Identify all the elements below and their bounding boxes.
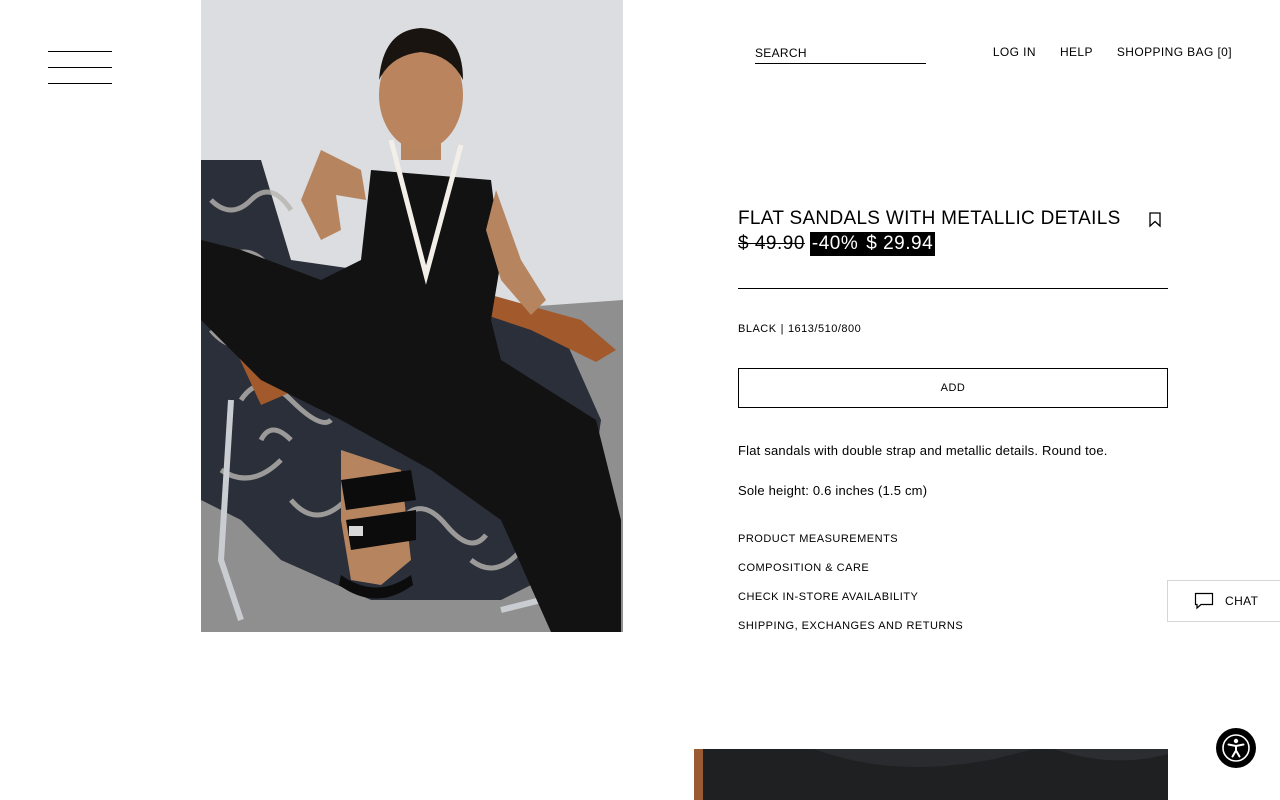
color-name: BLACK (738, 323, 777, 335)
product-links: PRODUCT MEASUREMENTS COMPOSITION & CARE … (738, 532, 1168, 634)
store-availability-link[interactable]: CHECK IN-STORE AVAILABILITY (738, 590, 1168, 605)
bookmark-icon[interactable] (1148, 212, 1162, 228)
discount-percent: -40% (811, 233, 859, 254)
menu-line (48, 51, 112, 52)
shopping-bag-link[interactable]: SHOPPING BAG [0] (1117, 45, 1232, 59)
title-row: FLAT SANDALS WITH METALLIC DETAILS (738, 207, 1168, 231)
shipping-returns-link[interactable]: SHIPPING, EXCHANGES AND RETURNS (738, 619, 1168, 634)
reference-number: 1613/510/800 (787, 323, 862, 335)
search-box[interactable] (755, 44, 926, 64)
add-to-bag-button[interactable]: ADD (738, 368, 1168, 408)
product-description: Flat sandals with double strap and metal… (738, 443, 1108, 458)
original-price: $ 49.90 (738, 233, 805, 254)
chat-label: CHAT (1225, 594, 1259, 608)
color-reference: BLACK | 1613/510/800 (738, 323, 1168, 335)
search-input[interactable] (755, 45, 926, 61)
top-nav: LOG IN HELP SHOPPING BAG [0] (993, 45, 1232, 59)
accessibility-icon (1222, 734, 1250, 762)
sale-price: $ 29.94 (866, 233, 934, 254)
chat-bubble-icon (1194, 592, 1214, 610)
menu-line (48, 67, 112, 68)
chat-button[interactable]: CHAT (1167, 580, 1280, 622)
accessibility-button[interactable] (1216, 728, 1256, 768)
composition-care-link[interactable]: COMPOSITION & CARE (738, 561, 1168, 576)
sale-badge: -40% $ 29.94 (809, 232, 936, 256)
menu-line (48, 83, 112, 84)
price-row: $ 49.90 -40% $ 29.94 (738, 232, 1168, 256)
help-link[interactable]: HELP (1060, 45, 1093, 59)
product-info: FLAT SANDALS WITH METALLIC DETAILS $ 49.… (738, 207, 1168, 634)
product-title: FLAT SANDALS WITH METALLIC DETAILS (738, 208, 1121, 229)
divider (738, 288, 1168, 289)
sole-height: Sole height: 0.6 inches (1.5 cm) (738, 483, 928, 498)
product-measurements-link[interactable]: PRODUCT MEASUREMENTS (738, 532, 1168, 547)
product-image-secondary[interactable] (694, 749, 1168, 800)
separator: | (780, 323, 784, 335)
hamburger-menu-icon[interactable] (48, 51, 112, 85)
product-image[interactable] (201, 0, 623, 632)
login-link[interactable]: LOG IN (993, 45, 1036, 59)
